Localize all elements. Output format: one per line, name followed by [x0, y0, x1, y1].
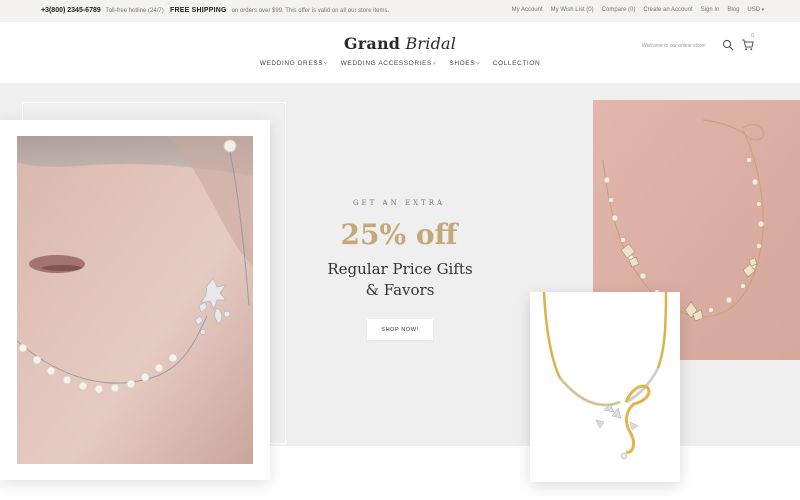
promo-title-line-1: Regular Price Gifts: [327, 260, 473, 278]
promo-pretitle: GET AN EXTRA: [352, 199, 446, 207]
nav-label: SHOES: [449, 60, 476, 67]
promo-discount: 25% off: [340, 218, 458, 251]
shipping-note: on orders over $99. This offer is valid …: [231, 8, 390, 14]
nav-item-wedding-dress[interactable]: WEDDING DRESS˅: [260, 60, 328, 67]
cart-icon[interactable]: [741, 38, 754, 51]
nav-item-collection[interactable]: COLLECTION: [493, 60, 541, 67]
chevron-down-icon: ˅: [476, 61, 480, 67]
currency-select[interactable]: USD: [747, 7, 764, 13]
create-account-link[interactable]: Create an Account: [643, 7, 692, 13]
search-icon[interactable]: [722, 39, 734, 51]
site-header: Grand Bridal Welcome to our online store…: [0, 22, 800, 84]
nav-label: COLLECTION: [492, 60, 541, 67]
logo-italic: Bridal: [405, 34, 457, 53]
cart-count: 0: [751, 33, 754, 39]
logo-bold: Grand: [343, 34, 401, 53]
pearl-necklace-photo: [17, 136, 253, 464]
sign-in-link[interactable]: Sign In: [701, 7, 720, 13]
chevron-down-icon: ˅: [432, 61, 437, 67]
promo-title-line-2: & Favors: [365, 281, 435, 299]
chevron-down-icon: ˅: [324, 61, 328, 67]
pearl-necklace-image-card[interactable]: [0, 120, 270, 480]
wish-list-link[interactable]: My Wish List (0): [551, 7, 594, 13]
shipping-banner: FREE SHIPPING on orders over $99. This o…: [170, 7, 389, 14]
hotline: +3(800) 2345-6789 Toll-free hotline (24/…: [41, 7, 164, 14]
blog-link[interactable]: Blog: [727, 7, 739, 13]
nav-item-shoes[interactable]: SHOES˅: [449, 60, 479, 67]
welcome-message: Welcome to our online store!: [642, 43, 706, 49]
promo-title: Regular Price Gifts & Favors: [300, 259, 500, 301]
hotline-hint: Toll-free hotline (24/7): [105, 8, 164, 14]
nav-label: WEDDING ACCESSORIES: [340, 60, 432, 67]
compare-link[interactable]: Compare (0): [602, 7, 636, 13]
nav-item-wedding-accessories[interactable]: WEDDING ACCESSORIES˅: [341, 60, 437, 67]
nav-label: WEDDING DRESS: [259, 60, 324, 67]
gold-necklace-image-card[interactable]: [530, 292, 680, 482]
account-links: My Account My Wish List (0) Compare (0) …: [512, 7, 764, 13]
top-bar: +3(800) 2345-6789 Toll-free hotline (24/…: [0, 0, 800, 22]
my-account-link[interactable]: My Account: [512, 7, 543, 13]
shipping-title: FREE SHIPPING: [170, 7, 227, 14]
main-nav: WEDDING DRESS˅ WEDDING ACCESSORIES˅ SHOE…: [0, 60, 800, 67]
shop-now-button[interactable]: SHOP NOW!: [367, 319, 433, 340]
gold-necklace-photo: [530, 292, 680, 482]
phone-number[interactable]: +3(800) 2345-6789: [41, 7, 101, 14]
